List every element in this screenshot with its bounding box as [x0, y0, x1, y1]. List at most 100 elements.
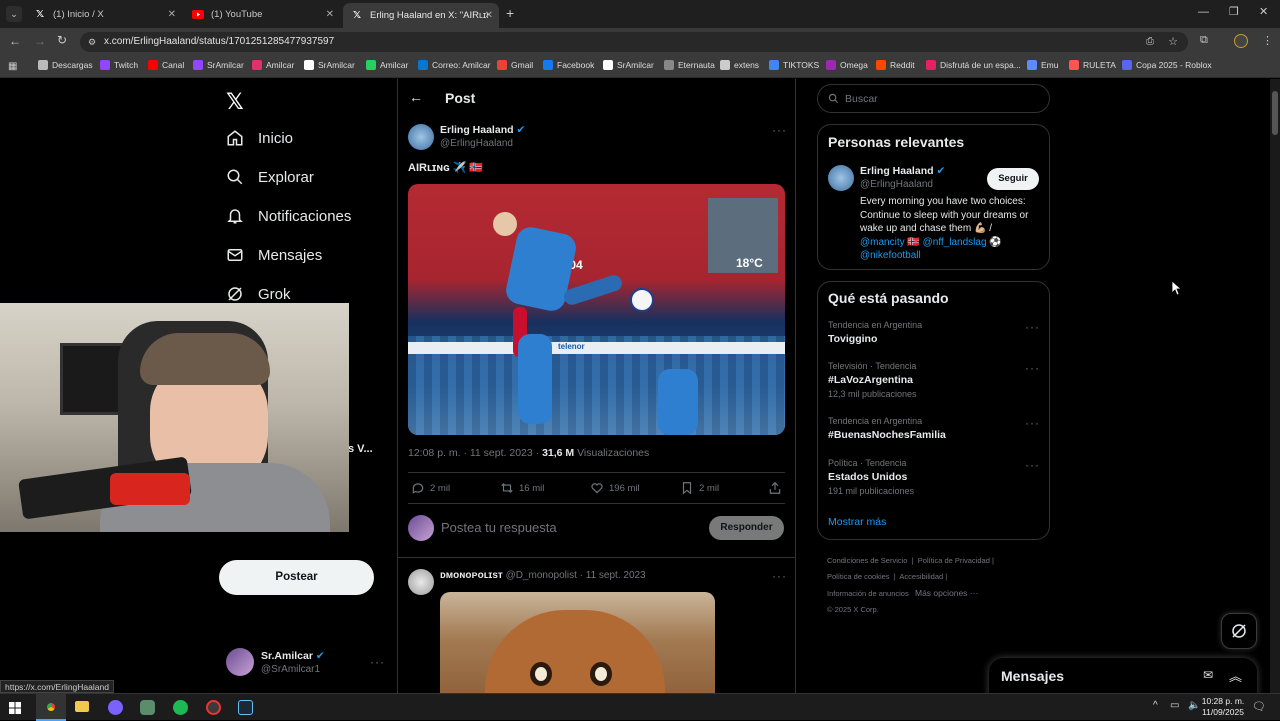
window-close-button[interactable]: ✕: [1259, 5, 1268, 18]
avatar[interactable]: [828, 165, 854, 191]
notifications-icon[interactable]: 🗨: [1252, 700, 1266, 713]
trend-item[interactable]: Tendencia en Argentina #BuenasNochesFamil…: [828, 416, 1040, 444]
avatar[interactable]: [226, 648, 254, 676]
new-tab-button[interactable]: +: [506, 5, 514, 21]
bio-links[interactable]: @mancity 🇳🇴 @nff_landslag ⚽: [860, 237, 1002, 248]
bookmark-item[interactable]: SrAmilcar: [193, 60, 244, 70]
obs-icon[interactable]: [206, 700, 221, 715]
bookmark-item[interactable]: Copa 2025 - Roblox: [1122, 60, 1212, 70]
bookmark-item[interactable]: Reddit: [876, 60, 915, 70]
avatar[interactable]: [408, 569, 434, 595]
trend-more-icon[interactable]: ···: [1025, 320, 1040, 334]
nav-mensajes[interactable]: Mensajes: [226, 246, 322, 264]
trend-more-icon[interactable]: ···: [1025, 416, 1040, 430]
tab-youtube[interactable]: (1) YouTube ✕: [184, 3, 340, 25]
post-image[interactable]: telenor 13.04.04 18°C: [408, 184, 785, 435]
search-input[interactable]: Buscar: [817, 84, 1050, 113]
bookmark-item[interactable]: Facebook: [543, 60, 594, 70]
discord-icon[interactable]: [108, 700, 123, 715]
bookmark-item[interactable]: Gmail: [497, 60, 533, 70]
browser-menu-icon[interactable]: ⋮: [1262, 34, 1273, 47]
expand-chevron-icon[interactable]: ︽: [1229, 666, 1242, 685]
post-handle[interactable]: @ErlingHaaland: [440, 138, 513, 149]
scrollbar-thumb[interactable]: [1272, 91, 1278, 135]
follow-button[interactable]: Seguir: [987, 168, 1039, 190]
page-scrollbar[interactable]: [1270, 79, 1280, 693]
trend-item[interactable]: Televisión · Tendencia #LaVozArgentina 12,…: [828, 361, 1040, 399]
reply-button[interactable]: 2 mil: [411, 481, 450, 495]
tab-haaland-post[interactable]: 𝕏 Erling Haaland en X: "AIRʟɪɴɢ ✈ ✕: [343, 3, 499, 28]
site-info-icon[interactable]: ⚙: [88, 32, 96, 52]
bookmark-item[interactable]: Eternauta: [664, 60, 715, 70]
footer-link[interactable]: Accesibilidad: [899, 572, 943, 581]
bookmark-item[interactable]: Descargas: [38, 60, 93, 70]
close-icon[interactable]: ✕: [326, 9, 334, 20]
bookmark-item[interactable]: Amilcar: [366, 60, 408, 70]
network-icon[interactable]: ▭: [1170, 700, 1179, 711]
bio-link[interactable]: @nikefootball: [860, 250, 921, 261]
bookmark-item[interactable]: Correo: Amilcar: [418, 60, 491, 70]
x-logo-icon[interactable]: 𝕏: [226, 89, 244, 115]
bookmark-item[interactable]: Omega: [826, 60, 868, 70]
nav-inicio[interactable]: Inicio: [226, 129, 293, 147]
bookmark-star-icon[interactable]: ☆: [1168, 32, 1178, 52]
install-app-icon[interactable]: ⎙: [1146, 32, 1154, 52]
share-button[interactable]: [768, 481, 782, 500]
bookmark-item[interactable]: RULETA: [1069, 60, 1116, 70]
responder-button[interactable]: Responder: [709, 516, 784, 540]
post-more-icon[interactable]: ···: [772, 123, 787, 137]
show-more-link[interactable]: Mostrar más: [828, 516, 886, 528]
footer-link[interactable]: Condiciones de Servicio: [827, 556, 907, 565]
bookmark-button[interactable]: 2 mil: [680, 481, 719, 495]
reply-image[interactable]: [440, 592, 715, 693]
avatar[interactable]: [408, 124, 434, 150]
back-arrow-icon[interactable]: ←: [9, 34, 21, 48]
account-name[interactable]: Sr.Amilcar ✔: [261, 650, 325, 662]
footer-link[interactable]: Información de anuncios: [827, 589, 909, 598]
repost-button[interactable]: 16 mil: [500, 481, 544, 495]
bookmark-item[interactable]: TIKTOKS: [769, 60, 819, 70]
tab-search-button[interactable]: ⌄: [6, 6, 22, 22]
grok-float-button[interactable]: [1221, 613, 1257, 649]
like-button[interactable]: 196 mil: [590, 481, 640, 495]
person-name[interactable]: Erling Haaland ✔: [860, 165, 945, 177]
spotify-icon[interactable]: [173, 700, 188, 715]
app-icon[interactable]: [140, 700, 155, 715]
address-bar[interactable]: ⚙ x.com/ErlingHaaland/status/17012512854…: [80, 32, 1188, 52]
messages-drawer[interactable]: Mensajes ✉ ︽: [989, 658, 1257, 693]
bookmark-item[interactable]: Twitch: [100, 60, 138, 70]
windows-start-icon[interactable]: [9, 701, 21, 719]
nav-explorar[interactable]: Explorar: [226, 168, 314, 186]
steam-icon[interactable]: [238, 700, 253, 715]
bookmark-item[interactable]: Emu: [1027, 60, 1058, 70]
trend-more-icon[interactable]: ···: [1025, 361, 1040, 375]
nav-notificaciones[interactable]: Notificaciones: [226, 207, 351, 225]
bookmark-item[interactable]: SrAmilcar: [304, 60, 355, 70]
back-arrow-icon[interactable]: ←: [409, 89, 423, 105]
taskbar-chrome[interactable]: [36, 694, 66, 721]
restore-button[interactable]: ❐: [1229, 5, 1239, 18]
tab-inicio-x[interactable]: 𝕏 (1) Inicio / X ✕: [26, 3, 182, 25]
bookmark-item[interactable]: extens: [720, 60, 759, 70]
volume-icon[interactable]: 🔈: [1188, 700, 1200, 711]
account-more-icon[interactable]: ···: [370, 655, 385, 669]
reply-author[interactable]: ᴅᴍᴏɴᴏᴘᴏʟɪsᴛ @D_monopolist · 11 sept. 202…: [440, 570, 646, 581]
more-options-link[interactable]: Más opciones ···: [915, 588, 978, 598]
post-author[interactable]: Erling Haaland ✔: [440, 124, 525, 136]
close-icon[interactable]: ✕: [485, 10, 493, 21]
reply-more-icon[interactable]: ···: [772, 569, 787, 583]
bookmark-item[interactable]: Amilcar: [252, 60, 294, 70]
close-icon[interactable]: ✕: [168, 9, 176, 20]
reply-input[interactable]: Postea tu respuesta: [441, 520, 557, 535]
forward-arrow-icon[interactable]: →: [34, 34, 46, 48]
trend-item[interactable]: Tendencia en Argentina Toviggino ···: [828, 320, 1040, 348]
extensions-icon[interactable]: ⧉: [1200, 34, 1208, 47]
reload-icon[interactable]: ↻: [57, 33, 67, 47]
trend-item[interactable]: Política · Tendencia Estados Unidos 191 mi…: [828, 458, 1040, 496]
bookmark-item[interactable]: Canal: [148, 60, 184, 70]
apps-grid-icon[interactable]: ▦: [8, 61, 17, 72]
bookmark-item[interactable]: Disfrutá de un espa...: [926, 60, 1021, 70]
footer-link[interactable]: Política de cookies: [827, 572, 890, 581]
minimize-button[interactable]: —: [1198, 6, 1209, 18]
footer-link[interactable]: Política de Privacidad: [918, 556, 990, 565]
